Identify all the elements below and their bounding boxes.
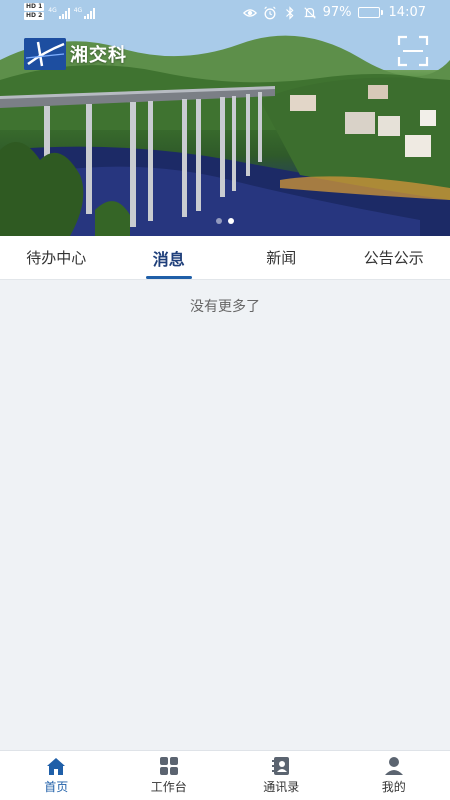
app-logo: 湘交科 — [24, 38, 127, 70]
nav-label: 首页 — [44, 780, 69, 794]
empty-list-message: 没有更多了 — [190, 299, 260, 315]
contacts-icon — [272, 757, 290, 775]
net1-label: 4G — [48, 7, 57, 14]
tab-label: 待办中心 — [26, 249, 87, 267]
banner-carousel[interactable]: HD 1 HD 2 4G 4G 97% 14:07 湘交科 — [0, 0, 450, 236]
signal-icon-1: 4G — [48, 7, 70, 19]
battery-percent: 97% — [322, 5, 352, 20]
grid-icon — [159, 757, 178, 775]
nav-label: 工作台 — [150, 780, 187, 794]
nav-me[interactable]: 我的 — [338, 751, 450, 800]
home-icon — [47, 758, 66, 775]
eye-icon — [242, 8, 257, 17]
status-bar: HD 1 HD 2 4G 4G 97% 14:07 — [0, 0, 450, 26]
tab-messages[interactable]: 消息 — [113, 236, 226, 279]
nav-contacts[interactable]: 通讯录 — [225, 751, 338, 800]
signal-icon-2: 4G — [73, 7, 96, 19]
sim1-label: HD 1 — [24, 3, 45, 11]
clock: 14:07 — [388, 5, 426, 20]
banner-image — [0, 0, 450, 236]
nav-label: 我的 — [381, 780, 406, 794]
sim-indicator: HD 1 HD 2 — [24, 3, 45, 20]
tab-news[interactable]: 新闻 — [225, 236, 338, 279]
carousel-indicator — [0, 218, 450, 224]
tab-label: 公告公示 — [363, 249, 424, 267]
active-tab-indicator — [145, 276, 192, 279]
bluetooth-icon — [285, 5, 294, 20]
logo-mark-icon — [24, 38, 66, 70]
nav-workbench[interactable]: 工作台 — [113, 751, 226, 800]
sim2-label: HD 2 — [24, 12, 45, 20]
tab-label: 消息 — [152, 249, 185, 269]
mute-bell-icon — [303, 6, 316, 19]
tab-announcements[interactable]: 公告公示 — [338, 236, 450, 279]
bottom-navigation: 首页 工作台 通讯录 我的 — [0, 750, 450, 800]
user-icon — [384, 757, 403, 775]
scan-icon[interactable] — [396, 34, 430, 68]
nav-home[interactable]: 首页 — [0, 751, 113, 800]
nav-label: 通讯录 — [263, 780, 300, 794]
tab-todo-center[interactable]: 待办中心 — [0, 236, 113, 279]
tab-label: 新闻 — [266, 249, 297, 267]
alarm-icon — [263, 5, 276, 19]
tab-bar: 待办中心 消息 新闻 公告公示 — [0, 236, 450, 280]
carousel-dot[interactable] — [228, 218, 234, 224]
carousel-dot[interactable] — [216, 218, 222, 224]
battery-icon — [357, 7, 383, 18]
logo-text: 湘交科 — [70, 45, 127, 66]
net2-label: 4G — [73, 7, 83, 14]
